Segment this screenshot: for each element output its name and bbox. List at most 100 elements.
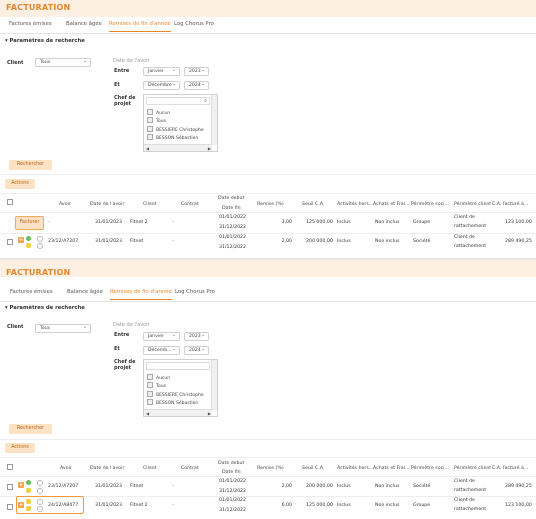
- col-header-date-fin[interactable]: Date fin: [222, 206, 241, 211]
- list-item[interactable]: Aucun: [147, 109, 170, 116]
- refresh-icon[interactable]: [37, 499, 43, 505]
- checkbox[interactable]: [147, 374, 153, 380]
- horizontal-scrollbar[interactable]: [144, 144, 212, 151]
- col-header-perimetre-client[interactable]: Périmètre client: [454, 202, 491, 207]
- col-header-seuil[interactable]: Seuil C.A.: [302, 466, 324, 471]
- search-button[interactable]: Rechercher: [9, 424, 52, 434]
- col-header-activites[interactable]: Activités hors...: [337, 202, 373, 207]
- edit-icon[interactable]: [26, 506, 31, 511]
- list-item[interactable]: BESSIERE Christophe: [147, 391, 204, 398]
- col-header-ca-facture[interactable]: C.A. facturé à...: [492, 466, 528, 471]
- link-icon[interactable]: [37, 488, 43, 494]
- col-header-contrat[interactable]: Contrat: [181, 466, 199, 471]
- refresh-icon[interactable]: [37, 236, 43, 242]
- col-header-achats[interactable]: Achats et Frai...: [373, 202, 409, 207]
- from-year-select[interactable]: 2023 ⌄: [184, 67, 209, 76]
- actions-button[interactable]: Actions: [5, 443, 35, 453]
- search-button[interactable]: Rechercher: [9, 160, 52, 170]
- list-item[interactable]: BESSIERE Christophe: [147, 126, 204, 133]
- to-year-select[interactable]: 2024 ⌄: [184, 81, 209, 90]
- scroll-left-icon[interactable]: ◀: [146, 146, 149, 151]
- checkbox[interactable]: [147, 117, 153, 123]
- col-header-remise[interactable]: Remise (%): [257, 466, 284, 471]
- scroll-right-icon[interactable]: ▶: [208, 146, 211, 151]
- chef-projet-listbox[interactable]: Aucun Tous BESSIERE Christophe BESSON Sé…: [143, 359, 218, 417]
- checkbox[interactable]: [147, 109, 153, 115]
- list-item[interactable]: BESSON Sébastien: [147, 134, 198, 141]
- col-header-perimetre-soc[interactable]: Périmètre soci...: [411, 202, 449, 207]
- col-header-contrat[interactable]: Contrat: [181, 202, 199, 207]
- from-month-select[interactable]: Janvier ⌄: [143, 332, 180, 341]
- edit-icon[interactable]: [26, 243, 31, 248]
- cell-avoir[interactable]: 23/12/A7207: [48, 484, 78, 489]
- col-header-date-avoir[interactable]: Date de l'avoir: [90, 202, 124, 207]
- checkbox[interactable]: [147, 134, 153, 140]
- col-header-activites[interactable]: Activités hors...: [337, 466, 373, 471]
- checkbox[interactable]: [147, 399, 153, 405]
- facturer-button[interactable]: Facturer: [15, 216, 44, 230]
- tab-log-chorus-pro[interactable]: Log Chorus Pro: [174, 21, 214, 27]
- scroll-right-icon[interactable]: ▶: [208, 411, 211, 416]
- from-year-select[interactable]: 2023 ⌄: [184, 332, 209, 341]
- chef-projet-search-input[interactable]: [146, 362, 210, 370]
- select-all-checkbox[interactable]: [7, 199, 13, 205]
- col-header-remise[interactable]: Remise (%): [257, 202, 284, 207]
- list-item[interactable]: BESSON Sébastien: [147, 399, 198, 406]
- vertical-scrollbar[interactable]: [211, 360, 217, 410]
- to-month-select[interactable]: Décembre ⌄: [143, 81, 180, 90]
- col-header-date-debut[interactable]: Date debut: [218, 461, 244, 466]
- cell-activites: Inclus: [337, 239, 351, 244]
- col-header-avoir[interactable]: Avoir: [59, 202, 71, 207]
- cell-avoir[interactable]: 23/12/A7207: [48, 239, 78, 244]
- checkbox[interactable]: [147, 391, 153, 397]
- scroll-left-icon[interactable]: ◀: [146, 411, 149, 416]
- col-header-achats[interactable]: Achats et Frai...: [373, 466, 409, 471]
- tab-factures-emises[interactable]: Factures émises: [9, 21, 52, 27]
- chef-projet-search-input[interactable]: ⌕: [146, 97, 210, 105]
- expand-plus-icon[interactable]: +: [18, 237, 24, 243]
- row-checkbox[interactable]: [7, 239, 13, 245]
- actions-button[interactable]: Actions: [5, 179, 35, 189]
- link-icon[interactable]: [37, 506, 43, 512]
- col-header-avoir[interactable]: Avoir: [60, 466, 72, 471]
- col-header-client[interactable]: Client: [143, 202, 157, 207]
- link-icon[interactable]: [37, 243, 43, 249]
- col-header-date-avoir[interactable]: Date de l'avoir: [90, 466, 124, 471]
- list-item[interactable]: Aucun: [147, 374, 170, 381]
- refresh-icon[interactable]: [37, 480, 43, 486]
- client-select[interactable]: Tous ⌄: [35, 324, 91, 333]
- col-header-client[interactable]: Client: [143, 466, 157, 471]
- client-select[interactable]: Tous ⌄: [35, 58, 91, 67]
- col-header-perimetre-client[interactable]: Périmètre client: [454, 466, 491, 471]
- checkbox[interactable]: [147, 382, 153, 388]
- checkbox[interactable]: [147, 126, 153, 132]
- list-item[interactable]: Tous: [147, 382, 166, 389]
- row-checkbox[interactable]: [7, 484, 13, 490]
- tab-factures-emises[interactable]: Factures émises: [10, 289, 53, 295]
- search-section-toggle[interactable]: ▾ Paramètres de recherche: [5, 38, 85, 44]
- expand-plus-icon[interactable]: +: [18, 502, 24, 508]
- list-item[interactable]: Tous: [147, 117, 166, 124]
- to-year-select[interactable]: 2024 ⌄: [184, 346, 209, 355]
- tab-balance-agee[interactable]: Balance âgée: [67, 289, 103, 295]
- cell-avoir[interactable]: 24/12/A8477: [48, 503, 78, 508]
- tab-remises-fin-annee[interactable]: Remises de fin d'année: [109, 21, 171, 32]
- edit-icon[interactable]: [26, 488, 31, 493]
- from-month-select[interactable]: Janvier ⌄: [143, 67, 180, 76]
- tab-balance-agee[interactable]: Balance âgée: [66, 21, 102, 27]
- col-header-perimetre-soc[interactable]: Périmètre soci...: [411, 466, 449, 471]
- to-month-select[interactable]: Décemb... ⌄: [143, 346, 180, 355]
- expand-plus-icon[interactable]: +: [18, 482, 24, 488]
- col-header-seuil[interactable]: Seuil C.A.: [302, 202, 324, 207]
- row-checkbox[interactable]: [7, 504, 13, 510]
- vertical-scrollbar[interactable]: [211, 95, 217, 145]
- chef-projet-listbox[interactable]: ⌕ Aucun Tous BESSIERE Christophe BESSON …: [143, 94, 218, 152]
- select-all-checkbox[interactable]: [7, 464, 13, 470]
- tab-remises-fin-annee[interactable]: Remises de fin d'année: [110, 289, 172, 300]
- col-header-date-fin[interactable]: Date fin: [222, 470, 241, 475]
- horizontal-scrollbar[interactable]: [144, 409, 212, 416]
- search-section-toggle[interactable]: ▾ Paramètres de recherche: [5, 305, 85, 311]
- col-header-ca-facture[interactable]: C.A. facturé à...: [492, 202, 528, 207]
- col-header-date-debut[interactable]: Date debut: [218, 196, 244, 201]
- tab-log-chorus-pro[interactable]: Log Chorus Pro: [175, 289, 215, 295]
